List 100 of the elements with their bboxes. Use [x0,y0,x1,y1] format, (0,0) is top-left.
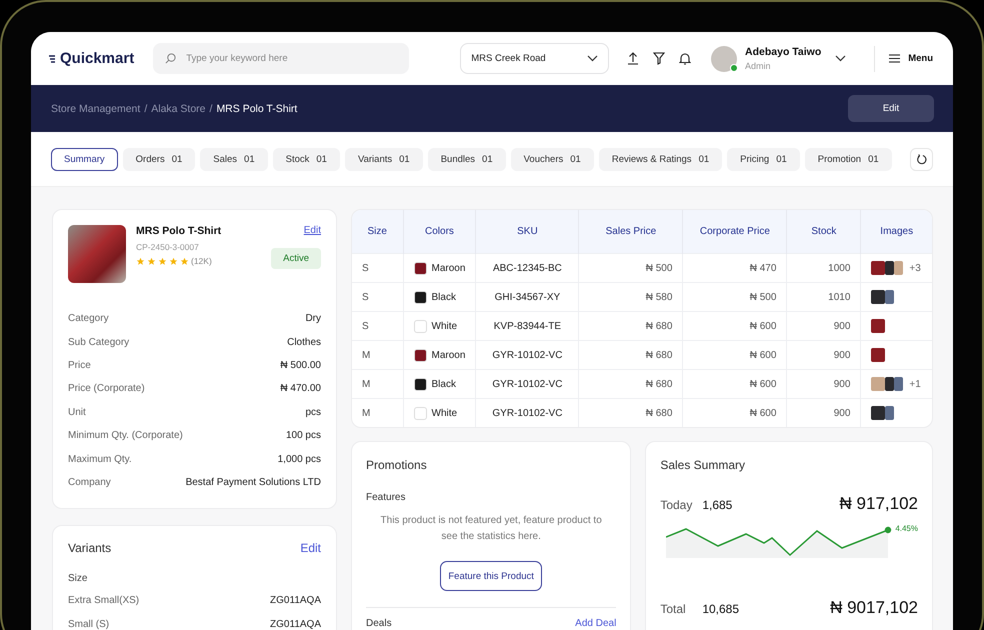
period-label: Total [660,602,687,616]
sales-count: 10,685 [702,602,740,616]
tab[interactable]: Reviews & Ratings 01 [598,148,722,170]
thumbnail-placeholder[interactable] [894,261,904,275]
edit-link[interactable]: Edit [304,225,321,236]
thumbnail-placeholder[interactable] [871,348,886,362]
table-cell: ₦ 500 [578,254,683,282]
tab[interactable]: Summary [51,148,118,170]
table-cell: ₦ 600 [682,398,787,427]
breadcrumb-link[interactable]: Store Management [51,102,140,114]
table-cell: M [352,340,403,370]
sales-amount: ₦ 9017,102 [830,598,918,618]
table-cell: 1010 [786,282,861,312]
table-cell: KVP-83944-TE [476,312,579,340]
star-icon [147,256,156,266]
table-cell: 900 [786,340,861,370]
detail-value: Bestaf Payment Solutions LTD [186,476,321,488]
column-header: Stock [786,210,861,254]
color-name: Black [432,378,456,390]
change-percent: 4.45% [895,524,918,533]
refresh-button[interactable] [910,148,933,170]
tab[interactable]: Sales 01 [200,148,268,170]
detail-label: Company [68,476,111,488]
table-cell: ₦ 600 [682,312,787,340]
tab[interactable]: Pricing 01 [727,148,800,170]
search-field[interactable]: Type your keyword here [153,43,410,74]
thumbnail-placeholder[interactable] [885,406,894,420]
thumbnail-placeholder[interactable] [894,377,904,391]
color-name: Maroon [432,350,466,360]
tab[interactable]: Vouchers 01 [510,148,594,170]
section-title: Deals [366,618,392,629]
column-header: Images [860,210,932,254]
breadcrumb-link[interactable]: Alaka Store [151,102,206,114]
table-cell: GHI-34567-XY [476,282,579,312]
card-title: Promotions [366,458,428,472]
thumbnail-placeholder[interactable] [871,406,886,420]
table-cell: GYR-10102-VC [476,340,579,370]
star-icon [158,256,167,266]
color-name: White [432,320,458,332]
detail-value: ₦ 470.00 [280,383,321,394]
table-cell: ₦ 500 [682,282,787,312]
chevron-down-icon[interactable] [835,55,846,62]
table-cell: ₦ 680 [578,398,683,427]
avatar[interactable] [711,46,738,72]
card-title: Sales Summary [660,458,746,472]
variant-group-label: Size [68,573,88,584]
empty-message: This product is not featured yet, feature product to see the statistics here. [380,514,603,544]
column-header: SKU [476,210,579,254]
tab[interactable]: Promotion 01 [804,148,892,170]
user-role: Admin [745,61,772,71]
breadcrumb-current: MRS Polo T-Shirt [216,102,298,114]
product-code: CP-2450-3-0007 [136,242,200,252]
store-dropdown[interactable]: MRS Creek Road [460,43,610,74]
edit-link[interactable]: Edit [300,541,321,556]
table-cell: 900 [786,398,861,427]
variant-label: Extra Small(XS) [68,595,140,606]
add-deal-link[interactable]: Add Deal [575,618,616,629]
period-label: Today [660,498,694,512]
detail-value: Dry [305,313,321,324]
variant-label: Small (S) [68,618,110,630]
detail-value: pcs [305,406,321,418]
section-title: Features [366,492,406,503]
star-icon [180,256,189,266]
color-name: Black [432,292,456,302]
thumbnail-placeholder[interactable] [871,290,886,304]
table-cell: ₦ 680 [578,340,683,370]
tab[interactable]: Orders 01 [122,148,196,170]
table-cell: 900 [786,370,861,398]
column-header: Sales Price [578,210,683,254]
more-count: +1 [909,378,921,390]
detail-label: Maximum Qty. [68,454,132,465]
thumbnail-placeholder[interactable] [871,319,886,333]
chevron-down-icon [587,55,598,62]
filter-icon[interactable] [653,52,666,65]
tab[interactable]: Stock 01 [272,148,340,170]
thumbnail-placeholder[interactable] [871,261,886,275]
table-cell: ₦ 680 [578,370,683,398]
tab[interactable]: Bundles 01 [428,148,506,170]
variant-code: ZG011AQA [270,618,321,630]
table-cell: GYR-10102-VC [476,370,579,398]
bell-icon[interactable] [679,52,692,65]
table-cell: M [352,370,403,398]
logo-text: Quickmart [60,50,134,67]
tab[interactable]: Variants 01 [344,148,423,170]
thumbnail-placeholder[interactable] [885,377,894,391]
sales-count: 1,685 [702,498,732,512]
detail-label: Sub Category [68,336,130,348]
variant-code: ZG011AQA [270,595,321,606]
upload-icon[interactable] [627,52,640,65]
detail-label: Price [68,360,91,371]
thumbnail-placeholder[interactable] [885,290,894,304]
feature-button[interactable]: Feature this Product [440,561,542,591]
menu-button[interactable]: Menu [889,53,933,64]
detail-value: 1,000 pcs [278,454,321,465]
thumbnail-placeholder[interactable] [871,377,886,391]
star-icon [136,256,145,266]
more-count: +3 [909,262,921,274]
edit-button[interactable]: Edit [848,95,934,122]
review-count: (12K) [191,256,212,266]
thumbnail-placeholder[interactable] [885,261,894,275]
